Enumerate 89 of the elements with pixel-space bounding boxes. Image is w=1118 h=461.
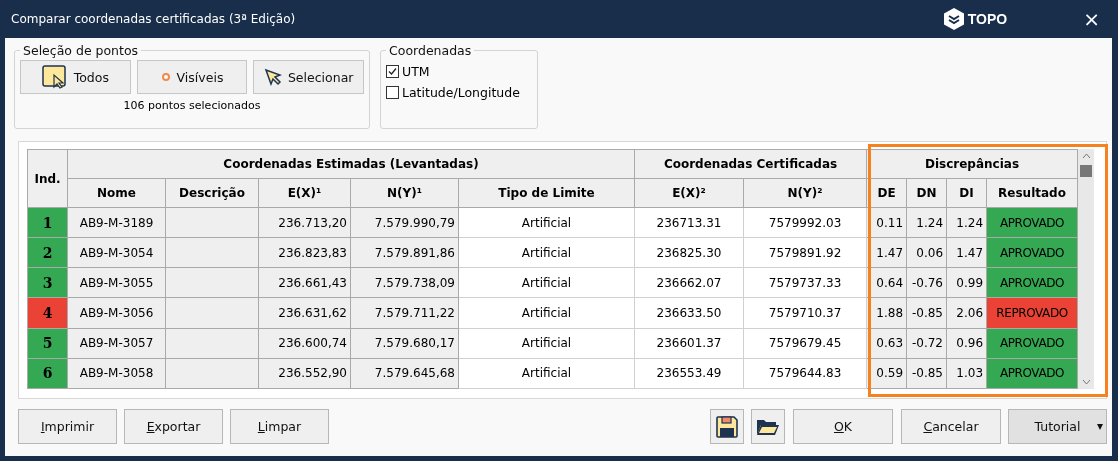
limit-type-cell: Artificial xyxy=(458,267,635,298)
index-cell: 5 xyxy=(27,328,68,359)
easting-cell: 236601.37 xyxy=(634,328,744,359)
name-cell: AB9-M-3189 xyxy=(67,207,166,238)
northing-cell: 7.579.891,86 xyxy=(350,237,459,268)
easting-cell: 236.661,43 xyxy=(258,267,351,298)
scroll-up-icon[interactable] xyxy=(1081,153,1091,159)
close-button[interactable]: × xyxy=(1079,7,1104,31)
northing-cell: 7579992.03 xyxy=(743,207,867,238)
easting-cell: 236662.07 xyxy=(634,267,744,298)
easting-cell: 236.823,83 xyxy=(258,237,351,268)
easting-cell: 236825.30 xyxy=(634,237,744,268)
save-button[interactable] xyxy=(710,409,744,444)
column-header: Nome xyxy=(67,178,166,208)
result-cell: APROVADO xyxy=(986,267,1078,298)
northing-cell: 7.579.680,17 xyxy=(350,328,459,359)
column-header: N(Y)² xyxy=(743,178,867,208)
group-header: Coordenadas Certificadas xyxy=(634,149,867,179)
northing-cell: 7.579.711,22 xyxy=(350,297,459,329)
pointer-icon xyxy=(263,68,282,86)
column-header: Descrição xyxy=(165,178,259,208)
index-cell: 3 xyxy=(27,267,68,298)
easting-cell: 236.552,90 xyxy=(258,358,351,389)
group-title: Seleção de pontos xyxy=(22,43,140,58)
dialog-button[interactable]: Cancelar xyxy=(901,409,1001,444)
checkbox[interactable] xyxy=(386,65,399,78)
checkbox[interactable] xyxy=(386,86,399,99)
logo-icon xyxy=(942,7,965,31)
window-title: Comparar coordenadas certificadas (3ª Edição) xyxy=(11,12,297,26)
limit-type-cell: Artificial xyxy=(458,207,635,238)
visible-button[interactable]: Visíveis xyxy=(136,60,248,94)
group-header: Coordenadas Estimadas (Levantadas) xyxy=(67,149,635,179)
all-button[interactable]: Todos xyxy=(20,60,131,94)
easting-cell: 236.631,62 xyxy=(258,297,351,329)
easting-cell: 236633.50 xyxy=(634,297,744,329)
column-header: E(X)¹ xyxy=(258,178,351,208)
index-cell: 2 xyxy=(27,237,68,268)
index-cell: 4 xyxy=(27,297,68,329)
action-button[interactable]: Exportar xyxy=(124,409,223,444)
selection-count: 106 pontos selecionados xyxy=(122,99,262,112)
limit-type-cell: Artificial xyxy=(458,328,635,359)
column-header: N(Y)¹ xyxy=(350,178,459,208)
document-pointer-icon xyxy=(41,65,68,89)
easting-cell: 236.600,74 xyxy=(258,328,351,359)
northing-cell: 7579737.33 xyxy=(743,267,867,298)
brand-name: TOPO xyxy=(967,11,1008,27)
northing-cell: 7.579.645,68 xyxy=(350,358,459,389)
limit-type-cell: Artificial xyxy=(458,237,635,268)
northing-cell: 7579644.83 xyxy=(743,358,867,389)
column-header: Resultado xyxy=(986,178,1078,208)
select-button[interactable]: Selecionar xyxy=(253,60,364,94)
result-cell: APROVADO xyxy=(986,237,1078,268)
name-cell: AB9-M-3057 xyxy=(67,328,166,359)
dialog-button[interactable]: OK xyxy=(793,409,893,444)
scroll-down-icon[interactable] xyxy=(1081,379,1091,385)
easting-cell: 236713.31 xyxy=(634,207,744,238)
action-button[interactable]: Limpar xyxy=(230,409,329,444)
easting-cell: 236553.49 xyxy=(634,358,744,389)
group-header: Discrepâncias xyxy=(866,149,1078,179)
northing-cell: 7579891.92 xyxy=(743,237,867,268)
northing-cell: 7.579.990,79 xyxy=(350,207,459,238)
column-header: Tipo de Limite xyxy=(458,178,635,208)
result-cell: REPROVADO xyxy=(986,297,1078,329)
name-cell: AB9-M-3056 xyxy=(67,297,166,329)
result-cell: APROVADO xyxy=(986,358,1078,389)
northing-cell: 7579710.37 xyxy=(743,297,867,329)
index-cell: 1 xyxy=(27,207,68,238)
scrollbar[interactable] xyxy=(1078,149,1095,389)
name-cell: AB9-M-3058 xyxy=(67,358,166,389)
group-title: Coordenadas xyxy=(388,43,473,58)
circle-icon xyxy=(160,72,171,82)
tutorial-button[interactable]: Tutorial ▾ xyxy=(1008,409,1107,444)
checkbox-label: Latitude/Longitude xyxy=(402,85,520,100)
column-header: Ind. xyxy=(27,149,68,208)
limit-type-cell: Artificial xyxy=(458,358,635,389)
northing-cell: 7579679.45 xyxy=(743,328,867,359)
easting-cell: 236.713,20 xyxy=(258,207,351,238)
column-header: E(X)² xyxy=(634,178,744,208)
checkbox-label: UTM xyxy=(402,64,430,79)
name-cell: AB9-M-3054 xyxy=(67,237,166,268)
result-cell: APROVADO xyxy=(986,207,1078,238)
northing-cell: 7.579.738,09 xyxy=(350,267,459,298)
limit-type-cell: Artificial xyxy=(458,297,635,329)
open-button[interactable] xyxy=(751,409,785,444)
action-button[interactable]: Imprimir xyxy=(18,409,117,444)
scroll-thumb[interactable] xyxy=(1080,165,1093,177)
name-cell: AB9-M-3055 xyxy=(67,267,166,298)
index-cell: 6 xyxy=(27,358,68,389)
result-cell: APROVADO xyxy=(986,328,1078,359)
